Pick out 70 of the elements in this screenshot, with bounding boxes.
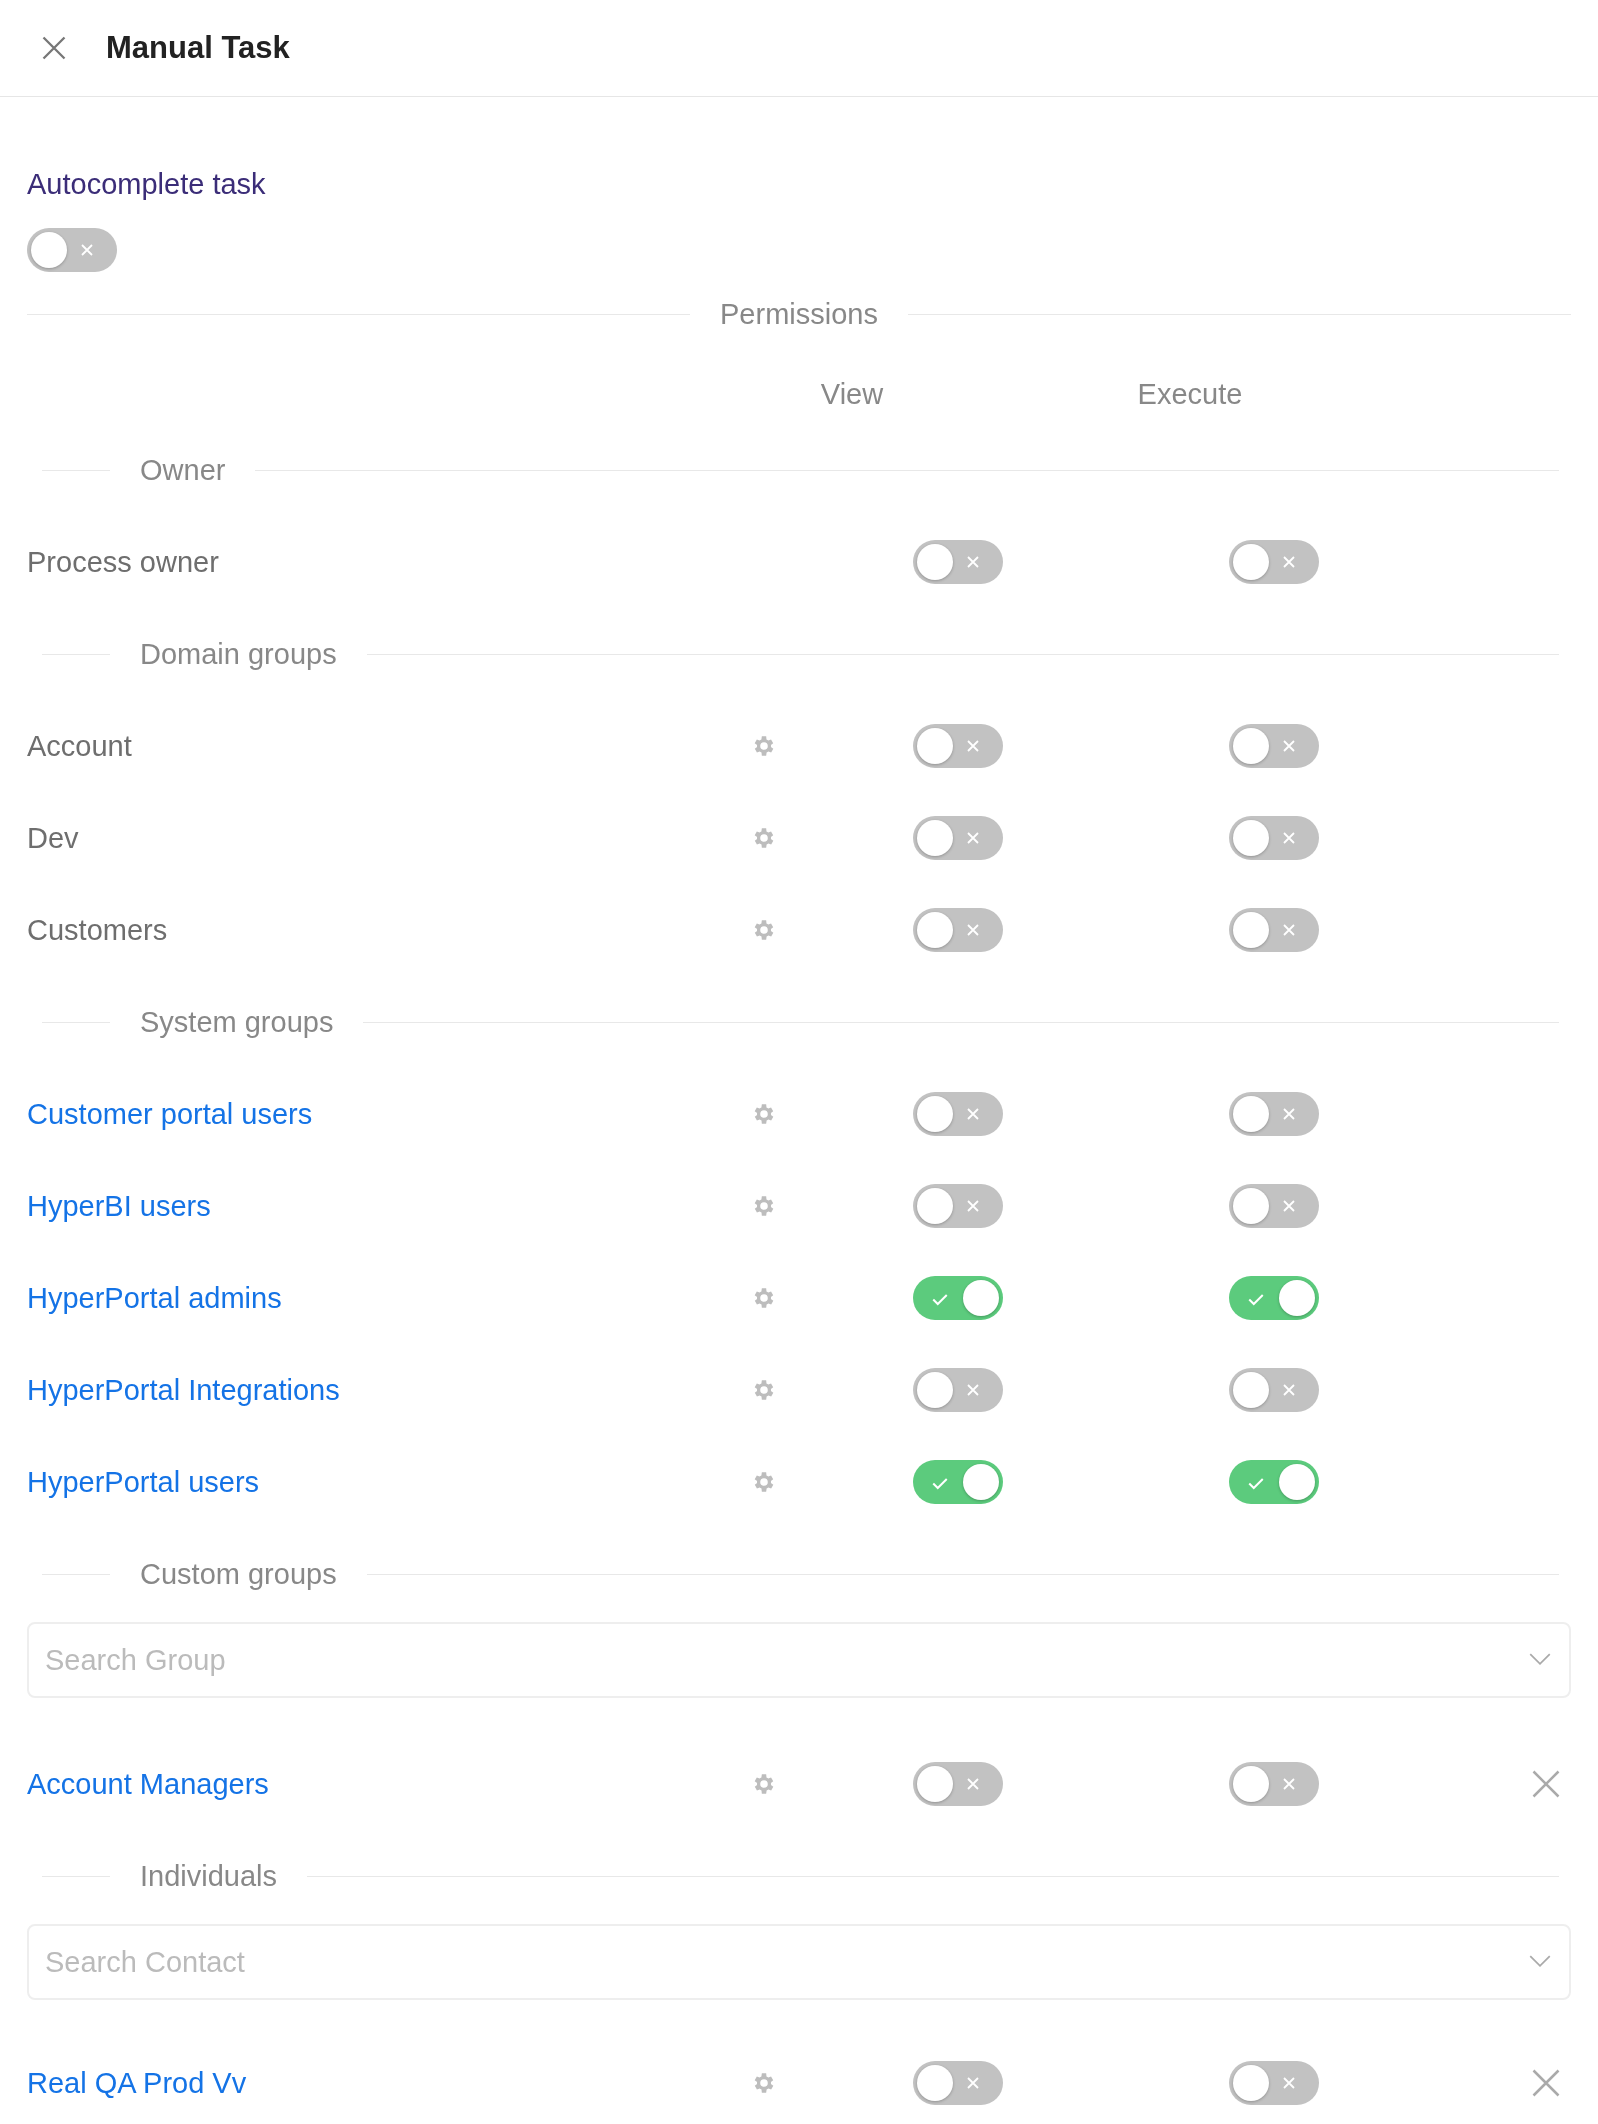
cross-icon bbox=[1281, 738, 1297, 754]
toggle-switch[interactable] bbox=[913, 1092, 1003, 1136]
toggle-switch[interactable] bbox=[1229, 2061, 1319, 2105]
toggle-switch[interactable] bbox=[913, 1460, 1003, 1504]
cross-icon bbox=[965, 1198, 981, 1214]
toggle-switch[interactable] bbox=[913, 1276, 1003, 1320]
autocomplete-label: Autocomplete task bbox=[27, 167, 267, 202]
toggle-switch[interactable] bbox=[913, 1184, 1003, 1228]
group-heading: Custom groups bbox=[139, 1557, 338, 1591]
chevron-down-icon[interactable] bbox=[1529, 1955, 1551, 1968]
group-link[interactable]: Account Managers bbox=[27, 1767, 751, 1801]
toggle-switch[interactable] bbox=[1229, 816, 1319, 860]
cross-icon bbox=[1281, 830, 1297, 846]
cross-icon bbox=[965, 1106, 981, 1122]
group-heading: Owner bbox=[139, 453, 227, 487]
cross-icon bbox=[965, 2075, 981, 2091]
search-field[interactable]: Search Group bbox=[27, 1622, 1571, 1698]
cross-icon bbox=[1281, 554, 1297, 570]
column-header: View bbox=[819, 377, 885, 411]
cross-icon bbox=[965, 1776, 981, 1792]
cross-icon bbox=[1281, 922, 1297, 938]
toggle-switch[interactable] bbox=[1229, 540, 1319, 584]
remove-icon[interactable] bbox=[1531, 2068, 1561, 2098]
cross-icon bbox=[1281, 1382, 1297, 1398]
group-heading: System groups bbox=[139, 1005, 335, 1039]
remove-icon[interactable] bbox=[1531, 1769, 1561, 1799]
cross-icon bbox=[965, 830, 981, 846]
group-link[interactable]: HyperPortal users bbox=[27, 1465, 751, 1499]
search-field[interactable]: Search Contact bbox=[27, 1924, 1571, 2000]
toggle-switch[interactable] bbox=[913, 908, 1003, 952]
toggle-switch[interactable] bbox=[1229, 1276, 1319, 1320]
toggle-switch[interactable] bbox=[1229, 1092, 1319, 1136]
toggle-switch[interactable] bbox=[1229, 908, 1319, 952]
chevron-down-icon[interactable] bbox=[1529, 1653, 1551, 1666]
toggle-switch[interactable] bbox=[1229, 1762, 1319, 1806]
cross-icon bbox=[965, 922, 981, 938]
cross-icon bbox=[1281, 1106, 1297, 1122]
toggle-switch[interactable] bbox=[913, 724, 1003, 768]
column-header: Execute bbox=[1136, 377, 1244, 411]
cross-icon bbox=[1281, 1198, 1297, 1214]
cross-icon bbox=[965, 738, 981, 754]
cross-icon bbox=[1281, 2075, 1297, 2091]
toggle-switch[interactable] bbox=[913, 1762, 1003, 1806]
cross-icon bbox=[1281, 1776, 1297, 1792]
toggle-switch[interactable] bbox=[913, 540, 1003, 584]
group-link[interactable]: HyperPortal admins bbox=[27, 1281, 751, 1315]
group-link[interactable]: HyperBI users bbox=[27, 1189, 751, 1223]
cross-icon bbox=[965, 554, 981, 570]
toggle-switch[interactable] bbox=[913, 2061, 1003, 2105]
row-label: Dev bbox=[27, 821, 80, 855]
toggle-switch[interactable] bbox=[1229, 724, 1319, 768]
cross-icon bbox=[965, 1382, 981, 1398]
group-link[interactable]: HyperPortal Integrations bbox=[27, 1373, 751, 1407]
row-label: Account bbox=[27, 729, 133, 763]
group-link[interactable]: Real QA Prod Vv bbox=[27, 2066, 751, 2100]
toggle-switch[interactable] bbox=[913, 816, 1003, 860]
toggle-switch[interactable] bbox=[27, 228, 117, 272]
cross-icon bbox=[79, 242, 95, 258]
group-heading: Individuals bbox=[139, 1859, 279, 1893]
window-title: Manual Task bbox=[106, 30, 290, 66]
row-label: Process owner bbox=[27, 545, 220, 579]
toggle-switch[interactable] bbox=[1229, 1184, 1319, 1228]
row-label: Customers bbox=[27, 913, 169, 947]
close-icon[interactable] bbox=[40, 34, 68, 62]
toggle-switch[interactable] bbox=[1229, 1460, 1319, 1504]
section-title: Permissions bbox=[719, 297, 879, 331]
group-heading: Domain groups bbox=[139, 637, 338, 671]
group-link[interactable]: Customer portal users bbox=[27, 1097, 751, 1131]
toggle-switch[interactable] bbox=[913, 1368, 1003, 1412]
toggle-switch[interactable] bbox=[1229, 1368, 1319, 1412]
